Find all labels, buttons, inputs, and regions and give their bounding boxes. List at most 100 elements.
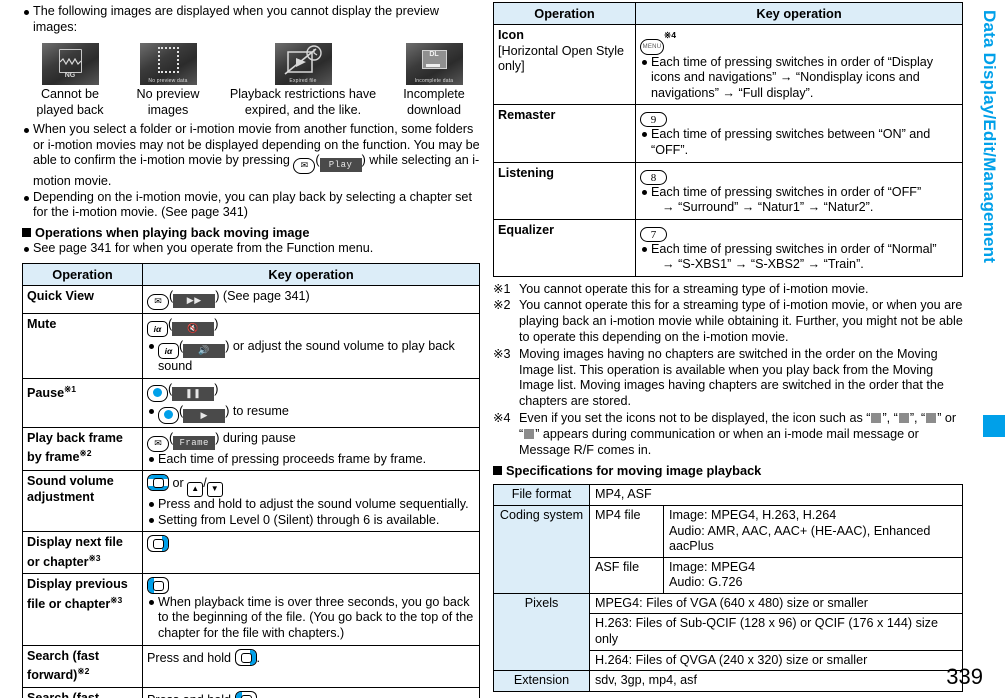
row-operation-label: Search (fast rewind)※2: [22, 686, 143, 698]
row-operation-label: Sound volume adjustment: [22, 470, 143, 533]
softkey-pause-icon: ❚❚: [172, 386, 215, 401]
nav-left-key-icon: [234, 690, 257, 698]
softkey-mute-icon: 🔇: [172, 321, 215, 336]
manual-page: The following images are displayed when …: [0, 0, 1005, 698]
expired-file-thumbnail-icon: Expired file: [274, 43, 332, 86]
section-note-text: See page 341 for when you operate from t…: [33, 240, 374, 255]
row-key-operation: ✉(Frame) during pause Each time of press…: [142, 426, 480, 472]
thumb-caption-2: expired, and the like.: [244, 102, 362, 117]
thumb-caption-2: played back: [36, 102, 104, 117]
row-ref-mark: ※1: [64, 383, 77, 394]
table-row: Play back frame by frame※2 ✉(Frame) duri…: [22, 426, 480, 472]
table-row: Coding system MP4 file Image: MPEG4, H.2…: [493, 504, 963, 594]
footnote-mark: ※4: [493, 410, 511, 425]
table-row: Mute iα(🔇) iα(🔊) or adjust the sound vol…: [22, 312, 480, 379]
row-key-operation: (❚❚) (▶) to resume: [142, 377, 480, 428]
footnote-mark: ※1: [493, 281, 511, 296]
thumb-caption-1: No preview: [136, 87, 200, 102]
spec-table: File format MP4, ASF Coding system MP4 f…: [493, 484, 963, 692]
softkey-play-icon: ▶: [183, 408, 226, 423]
section-heading-operations: Operations when playing back moving imag…: [22, 225, 480, 241]
table-row: Search (fast forward)※2 Press and hold .: [22, 644, 480, 688]
mail-key-icon: ✉: [293, 158, 316, 175]
num-7-key-icon: 7: [640, 226, 667, 242]
row-key-operation: Press and hold .: [142, 644, 480, 688]
row-trailing-text: .: [257, 693, 261, 698]
row-ref-mark: ※2: [79, 447, 92, 458]
table-row: Listening 8 Each time of pressing switch…: [493, 161, 963, 220]
footnote-item: ※4 Even if you set the icons not to be d…: [493, 411, 963, 458]
footnote-text: Moving images having no chapters are swi…: [519, 346, 944, 409]
num-9-key-icon: 9: [640, 112, 667, 128]
no-preview-badge: No preview data: [148, 78, 188, 85]
row-operation-label: Quick View: [22, 284, 143, 314]
row-note: Each time of pressing switches between “…: [640, 127, 958, 158]
thumbnail-incomplete: DL Incomplete data Incomplete download: [388, 43, 480, 118]
incomplete-data-thumbnail-icon: DL Incomplete data: [405, 43, 463, 86]
table-row: Display previous file or chapter※3 When …: [22, 573, 480, 646]
row-note-text: Each time of pressing proceeds frame by …: [158, 451, 427, 466]
footnote-item: ※1 You cannot operate this for a streami…: [493, 282, 963, 298]
row-key-operation: 9 Each time of pressing switches between…: [635, 104, 963, 163]
center-key-icon: [147, 384, 168, 402]
row-note-text: Each time of pressing switches in order …: [651, 54, 934, 100]
r-mark-icon: [926, 412, 937, 423]
footnote-text: You cannot operate this for a streaming …: [519, 281, 869, 296]
spec-label: Pixels: [493, 592, 590, 672]
thumb-caption-1: Playback restrictions have: [229, 87, 377, 102]
table-header-row: Operation Key operation: [493, 1, 963, 26]
section-heading-text: Operations when playing back moving imag…: [35, 224, 310, 240]
operations-table: Operation Key operation Quick View ✉(▶▶)…: [22, 262, 480, 698]
table-row: Pause※1 (❚❚) (▶) to resume: [22, 377, 480, 428]
ng-badge: NG: [64, 72, 76, 80]
table-row: File format MP4, ASF: [493, 484, 963, 506]
row-operation-label: Display next file or chapter※3: [22, 531, 143, 575]
spec-value: MP4, ASF: [589, 484, 963, 506]
row-operation-label: Play back frame by frame※2: [22, 426, 143, 472]
col-header-key-operation: Key operation: [142, 262, 480, 286]
row-note-text: Each time of pressing switches in order …: [651, 241, 937, 256]
thumb-caption-2: images: [147, 102, 189, 117]
center-key-icon: [158, 406, 179, 424]
spec-value: sdv, 3gp, mp4, asf: [589, 670, 963, 692]
row-operation-label: Mute: [22, 312, 143, 379]
spec-label: File format: [493, 484, 590, 506]
row-note-text: Setting from Level 0 (Silent) through 6 …: [158, 512, 440, 527]
right-column: Operation Key operation Icon [Horizontal…: [493, 0, 963, 698]
row-key-operation: When playback time is over three seconds…: [142, 573, 480, 646]
row-note-cont: → “Surround” → “Natur1” → “Natur2”.: [662, 200, 874, 215]
row-note: Each time of pressing switches in order …: [640, 185, 958, 201]
softkey-quickview: ▶▶: [173, 293, 216, 308]
section-heading-specs: Specifications for moving image playback: [493, 463, 963, 479]
envelope-icon: [898, 412, 909, 423]
row-trailing-text: during pause: [219, 430, 296, 445]
row-key-operation: [142, 531, 480, 575]
spec-label: Coding system: [493, 504, 590, 594]
antenna-icon: [871, 412, 882, 423]
row-key-operation: Press and hold .: [142, 686, 480, 698]
incomplete-badge: Incomplete data: [414, 78, 454, 85]
row-prefix-text: Press and hold: [147, 650, 235, 665]
footnote-mark: ※3: [493, 346, 511, 361]
spec-value: Image: MPEG4, H.263, H.264 Audio: AMR, A…: [663, 504, 963, 558]
bullet-chapter-text: Depending on the i-motion movie, you can…: [33, 189, 472, 220]
footnote-mark: ※2: [493, 298, 511, 313]
row-key-operation: or ▲ / ▼ Press and hold to adjust the soun…: [142, 470, 480, 533]
thumb-caption-2: download: [407, 102, 461, 117]
col-header-operation: Operation: [493, 1, 636, 26]
table-row: Equalizer 7 Each time of pressing switch…: [493, 218, 963, 277]
footnote-text: You cannot operate this for a streaming …: [519, 298, 963, 344]
row-trailing-text: or: [169, 476, 188, 491]
row-note: Setting from Level 0 (Silent) through 6 …: [147, 513, 475, 529]
menu-key-icon: MENU: [640, 38, 664, 55]
nav-updown-key-icon: [147, 474, 169, 492]
footnote-text: Even if you set the icons not to be disp…: [519, 410, 957, 457]
row-operation-label: Search (fast forward)※2: [22, 644, 143, 688]
left-column: The following images are displayed when …: [22, 0, 480, 698]
footnote-item: ※3 Moving images having no chapters are …: [493, 347, 963, 410]
spec-value: MPEG4: Files of VGA (640 x 480) size or …: [589, 592, 963, 615]
side-tab-label: Data Display/Edit/Management: [980, 10, 999, 264]
spec-sublabel: MP4 file: [589, 504, 664, 558]
softkey-play: Play: [319, 158, 362, 173]
table-row: Extension sdv, 3gp, mp4, asf: [493, 670, 963, 692]
